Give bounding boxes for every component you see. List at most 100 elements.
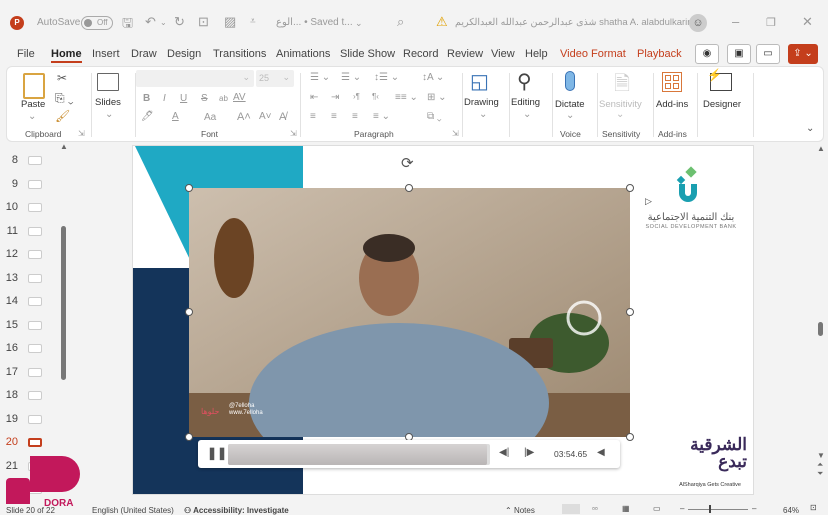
zoom-slider-thumb[interactable]: [709, 505, 711, 513]
tab-playback[interactable]: Playback: [637, 48, 682, 60]
slide-thumbnail[interactable]: [28, 320, 42, 330]
slide-thumbnail[interactable]: [28, 367, 42, 377]
slide-thumbnail[interactable]: [28, 156, 42, 165]
warning-icon[interactable]: ⚠: [436, 14, 448, 30]
slide-thumbnail[interactable]: [28, 250, 42, 259]
rtl-icon[interactable]: ¶‹: [372, 92, 379, 101]
slide-thumbnail[interactable]: [28, 179, 42, 189]
slides-button[interactable]: Slides: [95, 97, 121, 108]
text-direction-icon[interactable]: ↕A ⌄: [422, 72, 444, 83]
align-right-icon[interactable]: ≡: [352, 111, 358, 122]
highlight-icon[interactable]: 🖊: [141, 111, 154, 122]
tab-record[interactable]: Record: [403, 48, 438, 60]
decrease-font-icon[interactable]: A˅: [259, 111, 272, 122]
new-slide-icon[interactable]: [97, 73, 119, 91]
font-size-dropdown-icon[interactable]: ⌄: [282, 72, 290, 83]
present-icon[interactable]: ⊡: [198, 14, 209, 30]
editing-dropdown-icon[interactable]: ⌄: [523, 109, 531, 120]
undo-icon[interactable]: ↶: [145, 14, 156, 30]
resize-handle-bl[interactable]: [185, 433, 193, 441]
restore-icon[interactable]: ❐: [766, 16, 776, 29]
slide-thumbnail[interactable]: [28, 391, 42, 400]
powerpoint-app-icon[interactable]: P: [10, 16, 24, 30]
shadow-button[interactable]: ab: [219, 94, 228, 103]
copy-icon[interactable]: ⎘ ⌄: [55, 91, 74, 106]
slide-thumbnail[interactable]: [28, 297, 42, 306]
pause-button[interactable]: ❚❚: [207, 446, 227, 460]
tab-slide-show[interactable]: Slide Show: [340, 48, 395, 60]
slide-sorter-button[interactable]: ▫▫: [592, 504, 598, 513]
collapse-ribbon-icon[interactable]: ⌄: [806, 123, 814, 134]
tab-draw[interactable]: Draw: [131, 48, 157, 60]
bold-button[interactable]: B: [143, 93, 150, 104]
comments-button[interactable]: ▭: [756, 44, 780, 64]
tab-animations[interactable]: Animations: [276, 48, 330, 60]
teams-button[interactable]: ▣: [727, 44, 751, 64]
sensitivity-dropdown-icon[interactable]: ⌄: [616, 109, 624, 120]
increase-indent-icon[interactable]: ⇥: [331, 92, 339, 103]
clear-formatting-icon[interactable]: A̸: [279, 111, 286, 123]
customize-qat-icon[interactable]: ⩡: [250, 16, 256, 27]
drawing-icon[interactable]: ◱: [470, 69, 489, 94]
user-avatar-icon[interactable]: ☺: [689, 14, 707, 32]
redo-icon[interactable]: ↻: [174, 14, 185, 30]
minimize-icon[interactable]: –: [732, 14, 739, 29]
decrease-indent-icon[interactable]: ⇤: [310, 92, 318, 103]
canvas-scrollbar[interactable]: ▲ ▼ ⏶ ⏷: [814, 142, 828, 493]
font-size-input[interactable]: 25 ⌄: [256, 70, 294, 87]
reading-view-button[interactable]: ▦: [622, 504, 630, 513]
smartart-icon[interactable]: ⧉ ⌄: [427, 111, 442, 122]
justify-icon[interactable]: ≡ ⌄: [373, 111, 390, 122]
slide-thumbnail[interactable]: [28, 414, 42, 424]
scroll-up-icon[interactable]: ▲: [817, 144, 825, 153]
dictate-dropdown-icon[interactable]: ⌄: [566, 110, 574, 121]
search-icon[interactable]: ⌕: [397, 14, 404, 30]
paste-button[interactable]: Paste: [21, 99, 45, 110]
character-spacing-button[interactable]: AV: [233, 92, 246, 103]
record-button[interactable]: ◉: [695, 44, 719, 64]
slide-thumbnail[interactable]: [28, 438, 42, 447]
slide-thumbnail[interactable]: [28, 273, 42, 283]
font-color-icon[interactable]: A: [172, 111, 179, 122]
user-name[interactable]: شذى عبدالرحمن عبدالله العبدالكريم shatha…: [455, 17, 695, 28]
align-left-icon[interactable]: ≡: [310, 111, 316, 122]
tab-insert[interactable]: Insert: [92, 48, 120, 60]
resize-handle-br[interactable]: [626, 433, 634, 441]
designer-button[interactable]: Designer: [703, 99, 741, 110]
slide-thumbnail[interactable]: [28, 344, 42, 353]
zoom-out-button[interactable]: –: [680, 504, 684, 513]
resize-handle-l[interactable]: [185, 308, 193, 316]
clipboard-launcher-icon[interactable]: ⇲: [78, 129, 85, 138]
align-text-icon[interactable]: ⊞ ⌄: [427, 92, 447, 103]
next-slide-icon[interactable]: ⏷: [817, 469, 823, 479]
resize-handle-tr[interactable]: [626, 184, 634, 192]
tab-home[interactable]: Home: [51, 48, 82, 63]
tab-design[interactable]: Design: [167, 48, 201, 60]
underline-button[interactable]: U: [180, 93, 187, 104]
paste-dropdown-icon[interactable]: ⌄: [28, 111, 36, 122]
increase-font-icon[interactable]: A˄: [237, 111, 251, 123]
save-icon[interactable]: 🖫: [122, 14, 133, 36]
columns-icon[interactable]: ≡≡ ⌄: [395, 92, 418, 103]
microphone-icon[interactable]: [565, 71, 575, 91]
zoom-slider[interactable]: [688, 509, 748, 510]
language-status[interactable]: English (United States): [92, 506, 174, 515]
tab-help[interactable]: Help: [525, 48, 548, 60]
editing-button[interactable]: Editing: [511, 97, 540, 108]
slideshow-view-button[interactable]: ▭: [653, 504, 661, 513]
format-painter-icon[interactable]: 🖌: [55, 109, 70, 123]
slide-thumbnail[interactable]: [28, 203, 42, 212]
share-button[interactable]: ⇪ ⌄: [788, 44, 818, 64]
fit-slide-icon[interactable]: ⊡: [810, 503, 817, 512]
document-title[interactable]: الوع... • Saved t...: [276, 17, 353, 28]
dictate-button[interactable]: Dictate: [555, 99, 585, 110]
font-launcher-icon[interactable]: ⇲: [290, 129, 297, 138]
tab-video-format[interactable]: Video Format: [560, 48, 626, 60]
rotate-handle-icon[interactable]: ⟳: [401, 154, 414, 172]
strikethrough-button[interactable]: S: [201, 93, 208, 104]
screenshot-icon[interactable]: ▨: [224, 14, 236, 30]
resize-handle-r[interactable]: [626, 308, 634, 316]
tab-view[interactable]: View: [491, 48, 515, 60]
step-forward-button[interactable]: |▶: [524, 447, 534, 458]
step-back-button[interactable]: ◀|: [499, 447, 509, 458]
